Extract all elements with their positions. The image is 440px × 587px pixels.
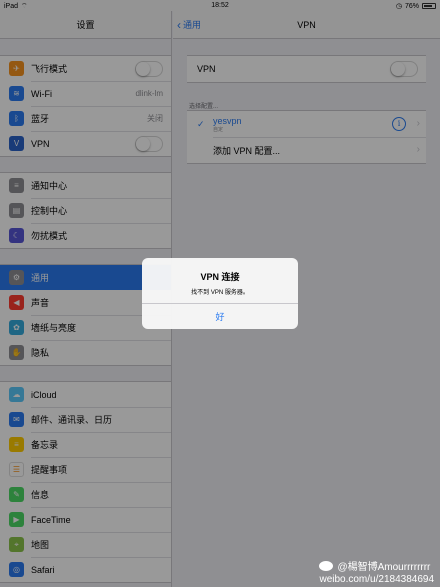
vpn-alert-dialog: VPN 连接 找不到 VPN 服务器。 好	[142, 258, 298, 329]
weibo-watermark: @楊智博Amourrrrrrrr weibo.com/u/2184384694	[319, 558, 434, 585]
weibo-logo-icon	[319, 560, 334, 571]
ok-button[interactable]: 好	[142, 303, 298, 329]
alert-message: 找不到 VPN 服务器。	[191, 290, 249, 296]
watermark-user: @楊智博Amourrrrrrrr	[337, 562, 431, 573]
watermark-url: weibo.com/u/2184384694	[319, 574, 434, 585]
alert-title: VPN 连接	[200, 272, 240, 282]
